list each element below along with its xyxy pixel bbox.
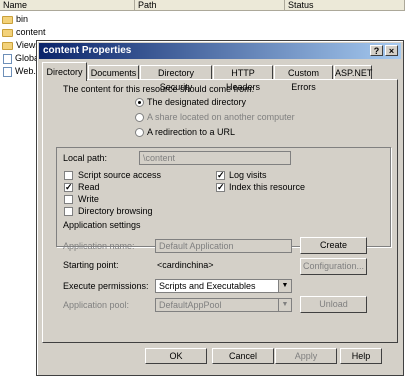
tab-http-headers[interactable]: HTTP Headers xyxy=(213,65,273,92)
list-item[interactable]: bin xyxy=(0,13,28,25)
directory-tab-panel: The content for this resource should com… xyxy=(42,79,398,343)
column-header-name[interactable]: Name xyxy=(0,0,135,11)
checkbox-log-visits[interactable]: ✓ xyxy=(216,171,225,180)
list-item[interactable]: Views xyxy=(0,39,40,51)
checkbox-index-resource[interactable]: ✓ xyxy=(216,183,225,192)
cancel-button[interactable]: Cancel xyxy=(212,348,274,364)
checkbox-directory-browsing[interactable] xyxy=(64,207,73,216)
source-label: The content for this resource should com… xyxy=(63,84,255,94)
execute-permissions-select[interactable]: Scripts and Executables ▼ xyxy=(155,279,292,293)
close-button[interactable]: × xyxy=(385,45,398,56)
app-settings-heading: Application settings xyxy=(63,220,141,230)
radio-redirect-url[interactable] xyxy=(135,128,144,137)
unload-button[interactable]: Unload xyxy=(300,296,367,313)
radio-designated-directory[interactable] xyxy=(135,98,144,107)
create-button[interactable]: Create xyxy=(300,237,367,254)
checkbox-write[interactable] xyxy=(64,195,73,204)
radio-network-share[interactable] xyxy=(135,113,144,122)
list-item-label: bin xyxy=(16,14,29,24)
file-icon xyxy=(3,66,12,77)
execute-permissions-value: Scripts and Executables xyxy=(159,281,256,291)
configuration-button[interactable]: Configuration... xyxy=(300,258,367,275)
apply-button[interactable]: Apply xyxy=(275,348,337,364)
folder-icon xyxy=(2,15,13,24)
script-source-access-label[interactable]: Script source access xyxy=(78,170,161,181)
dialog-title-bar[interactable]: content Properties ? × xyxy=(39,43,401,59)
log-visits-label[interactable]: Log visits xyxy=(229,170,267,181)
list-item[interactable]: Global xyxy=(0,52,41,64)
local-path-label: Local path: xyxy=(63,153,108,163)
list-item[interactable]: Web.c xyxy=(0,65,40,77)
help-title-button[interactable]: ? xyxy=(370,45,383,56)
radio-designated-directory-label[interactable]: The designated directory xyxy=(147,97,246,108)
checkbox-read[interactable]: ✓ xyxy=(64,183,73,192)
checkbox-script-source-access[interactable] xyxy=(64,171,73,180)
index-resource-label[interactable]: Index this resource xyxy=(229,182,305,193)
tab-documents[interactable]: Documents xyxy=(88,65,139,80)
tab-aspnet[interactable]: ASP.NET xyxy=(334,65,372,80)
column-header-status[interactable]: Status xyxy=(285,0,405,11)
execute-permissions-label: Execute permissions: xyxy=(63,281,149,291)
write-label[interactable]: Write xyxy=(78,194,99,205)
app-pool-select[interactable]: DefaultAppPool ▼ xyxy=(155,298,292,312)
list-item[interactable]: content xyxy=(0,26,46,38)
read-label[interactable]: Read xyxy=(78,182,100,193)
local-path-field[interactable]: \content xyxy=(139,151,291,165)
app-name-field[interactable]: Default Application xyxy=(155,239,292,253)
tab-custom-errors[interactable]: Custom Errors xyxy=(274,65,333,92)
properties-dialog: content Properties ? × Directory Documen… xyxy=(36,40,404,376)
folder-icon xyxy=(2,28,13,37)
tab-directory-security[interactable]: Directory Security xyxy=(140,65,212,92)
folder-icon xyxy=(2,41,13,50)
help-button[interactable]: Help xyxy=(340,348,382,364)
dialog-title: content Properties xyxy=(43,45,132,56)
app-name-label: Application name: xyxy=(63,241,135,251)
ok-button[interactable]: OK xyxy=(145,348,207,364)
starting-point-value: <cardinchina> xyxy=(157,260,214,270)
file-icon xyxy=(3,53,12,64)
tab-directory[interactable]: Directory xyxy=(42,62,87,81)
starting-point-label: Starting point: xyxy=(63,260,119,270)
app-pool-label: Application pool: xyxy=(63,300,130,310)
app-pool-value: DefaultAppPool xyxy=(159,300,222,310)
radio-redirect-url-label[interactable]: A redirection to a URL xyxy=(147,127,235,138)
directory-browsing-label[interactable]: Directory browsing xyxy=(78,206,153,217)
list-item-label: content xyxy=(16,27,46,37)
chevron-down-icon[interactable]: ▼ xyxy=(278,280,291,292)
radio-network-share-label[interactable]: A share located on another computer xyxy=(147,112,295,123)
chevron-down-icon[interactable]: ▼ xyxy=(278,299,291,311)
column-header-path[interactable]: Path xyxy=(135,0,285,11)
